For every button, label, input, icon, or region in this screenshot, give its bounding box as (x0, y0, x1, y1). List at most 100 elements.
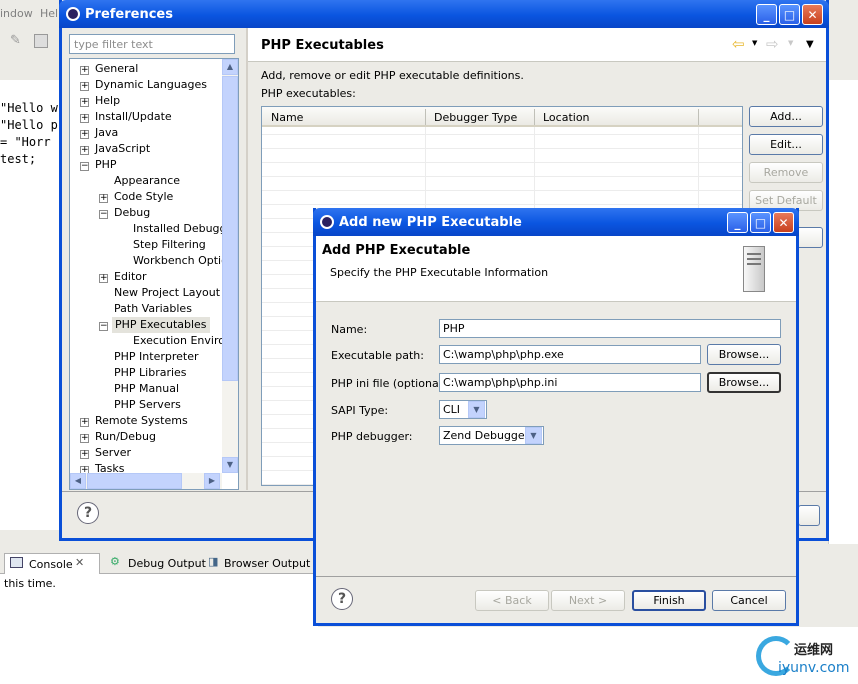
scroll-right-arrow[interactable]: ▶ (204, 473, 220, 489)
tree-item-install-update[interactable]: Install/Update (95, 109, 172, 125)
close-icon[interactable]: ✕ (75, 556, 84, 569)
server-slot (747, 253, 761, 255)
scroll-up-arrow[interactable]: ▲ (222, 59, 238, 75)
chevron-down-icon[interactable]: ▼ (468, 401, 485, 418)
expand-icon[interactable]: + (80, 450, 89, 459)
column-header-name[interactable]: Name (271, 111, 303, 124)
tree-item-installed-debuggers[interactable]: Installed Debugge (133, 221, 233, 237)
ok-button-partial[interactable] (798, 505, 820, 526)
tree-horizontal-scrollbar[interactable]: ◀ ▶ (70, 473, 222, 489)
collapse-icon[interactable]: − (80, 162, 89, 171)
expand-icon[interactable]: + (99, 194, 108, 203)
tab-console[interactable]: Console ✕ (4, 553, 100, 574)
filter-input[interactable]: type filter text (69, 34, 235, 54)
tree-item-debug[interactable]: Debug (114, 205, 150, 221)
executable-path-label: Executable path: (331, 349, 424, 362)
finish-button[interactable]: Finish (632, 590, 706, 611)
remove-button[interactable]: Remove (749, 162, 823, 183)
tree-item-remote-systems[interactable]: Remote Systems (95, 413, 188, 429)
edit-button[interactable]: Edit... (749, 134, 823, 155)
executable-path-field[interactable]: C:\wamp\php\php.exe (439, 345, 701, 364)
eclipse-icon (320, 215, 334, 229)
tree-item-java[interactable]: Java (95, 125, 118, 141)
tree-item-php-manual[interactable]: PHP Manual (114, 381, 179, 397)
minimize-button[interactable]: _ (756, 4, 777, 25)
code-editor[interactable]: "Hello w "Hello p = "Horr test; (0, 80, 62, 530)
scroll-thumb[interactable] (222, 76, 238, 381)
scroll-thumb[interactable] (87, 473, 182, 489)
expand-icon[interactable]: + (80, 98, 89, 107)
expand-icon[interactable]: + (80, 434, 89, 443)
preferences-titlebar[interactable]: Preferences _ □ ✕ (59, 0, 829, 28)
tree-item-dynamic-languages[interactable]: Dynamic Languages (95, 77, 207, 93)
preferences-title: Preferences (85, 7, 173, 22)
back-arrow-icon[interactable]: ⇦ (732, 35, 745, 53)
tree-item-php-executables[interactable]: PHP Executables (112, 317, 210, 333)
tree-item-code-style[interactable]: Code Style (114, 189, 173, 205)
collapse-icon[interactable]: − (99, 322, 108, 331)
tree-item-php-libraries[interactable]: PHP Libraries (114, 365, 187, 381)
tree-item-php-servers[interactable]: PHP Servers (114, 397, 181, 413)
scroll-left-arrow[interactable]: ◀ (70, 473, 86, 489)
collapse-icon[interactable]: − (99, 210, 108, 219)
expand-icon[interactable]: + (80, 82, 89, 91)
browse-ini-button[interactable]: Browse... (707, 372, 781, 393)
column-header-debugger-type[interactable]: Debugger Type (434, 111, 517, 124)
tree-item-run-debug[interactable]: Run/Debug (95, 429, 156, 445)
tree-item-general[interactable]: General (95, 61, 138, 77)
dialog-titlebar[interactable]: Add new PHP Executable _ □ ✕ (313, 208, 799, 236)
tree-item-server[interactable]: Server (95, 445, 131, 461)
expand-icon[interactable]: + (80, 114, 89, 123)
preferences-tree[interactable]: + General + Dynamic Languages + Help + Insta… (69, 58, 239, 490)
help-icon[interactable]: ? (331, 588, 353, 610)
chevron-down-icon[interactable]: ▼ (525, 427, 542, 444)
view-menu-icon[interactable]: ▼ (806, 39, 814, 50)
cancel-button[interactable]: Cancel (712, 590, 786, 611)
expand-icon[interactable]: + (80, 66, 89, 75)
expand-icon[interactable]: + (80, 146, 89, 155)
close-button[interactable]: ✕ (773, 212, 794, 233)
dialog-header-subtitle: Specify the PHP Executable Information (330, 266, 549, 279)
tab-browser-output-label: Browser Output (224, 557, 311, 570)
sapi-type-select[interactable]: CLI ▼ (439, 400, 487, 419)
watermark-text-en: iyunv.com (778, 660, 850, 676)
name-field[interactable]: PHP (439, 319, 781, 338)
tree-item-step-filtering[interactable]: Step Filtering (133, 237, 206, 253)
php-debugger-select[interactable]: Zend Debugger ▼ (439, 426, 544, 445)
tree-item-new-project-layout[interactable]: New Project Layout (114, 285, 220, 301)
save-icon[interactable] (34, 34, 48, 48)
menu-window[interactable]: indow (0, 7, 33, 20)
tree-item-workbench-options[interactable]: Workbench Option (133, 253, 235, 269)
tree-item-execution-environments[interactable]: Execution Environ (133, 333, 232, 349)
tree-item-php-interpreter[interactable]: PHP Interpreter (114, 349, 199, 365)
maximize-button[interactable]: □ (750, 212, 771, 233)
tree-item-javascript[interactable]: JavaScript (95, 141, 150, 157)
ini-file-field[interactable]: C:\wamp\php\php.ini (439, 373, 701, 392)
expand-icon[interactable]: + (80, 130, 89, 139)
column-header-location[interactable]: Location (543, 111, 590, 124)
scroll-down-arrow[interactable]: ▼ (222, 457, 238, 473)
toolbar: ✎ (0, 28, 62, 54)
tree-item-php[interactable]: PHP (95, 157, 117, 173)
close-button[interactable]: ✕ (802, 4, 823, 25)
tree-item-path-variables[interactable]: Path Variables (114, 301, 192, 317)
add-button[interactable]: Add... (749, 106, 823, 127)
next-button[interactable]: Next > (551, 590, 625, 611)
chevron-down-icon[interactable]: ▼ (752, 39, 757, 47)
back-button[interactable]: < Back (475, 590, 549, 611)
dialog-title: Add new PHP Executable (339, 215, 522, 230)
maximize-button[interactable]: □ (779, 4, 800, 25)
tree-item-help[interactable]: Help (95, 93, 120, 109)
sash[interactable] (246, 28, 248, 490)
help-icon[interactable]: ? (77, 502, 99, 524)
tree-vertical-scrollbar[interactable]: ▲ ▼ (222, 59, 238, 473)
pencil-icon[interactable]: ✎ (10, 33, 21, 48)
minimize-button[interactable]: _ (727, 212, 748, 233)
expand-icon[interactable]: + (99, 274, 108, 283)
tab-console-label: Console (29, 558, 73, 571)
browse-executable-button[interactable]: Browse... (707, 344, 781, 365)
tree-item-editor[interactable]: Editor (114, 269, 147, 285)
expand-icon[interactable]: + (80, 418, 89, 427)
page-header: PHP Executables ⇦ ▼ ⇨ ▼ ▼ (248, 28, 826, 62)
tree-item-appearance[interactable]: Appearance (114, 173, 180, 189)
